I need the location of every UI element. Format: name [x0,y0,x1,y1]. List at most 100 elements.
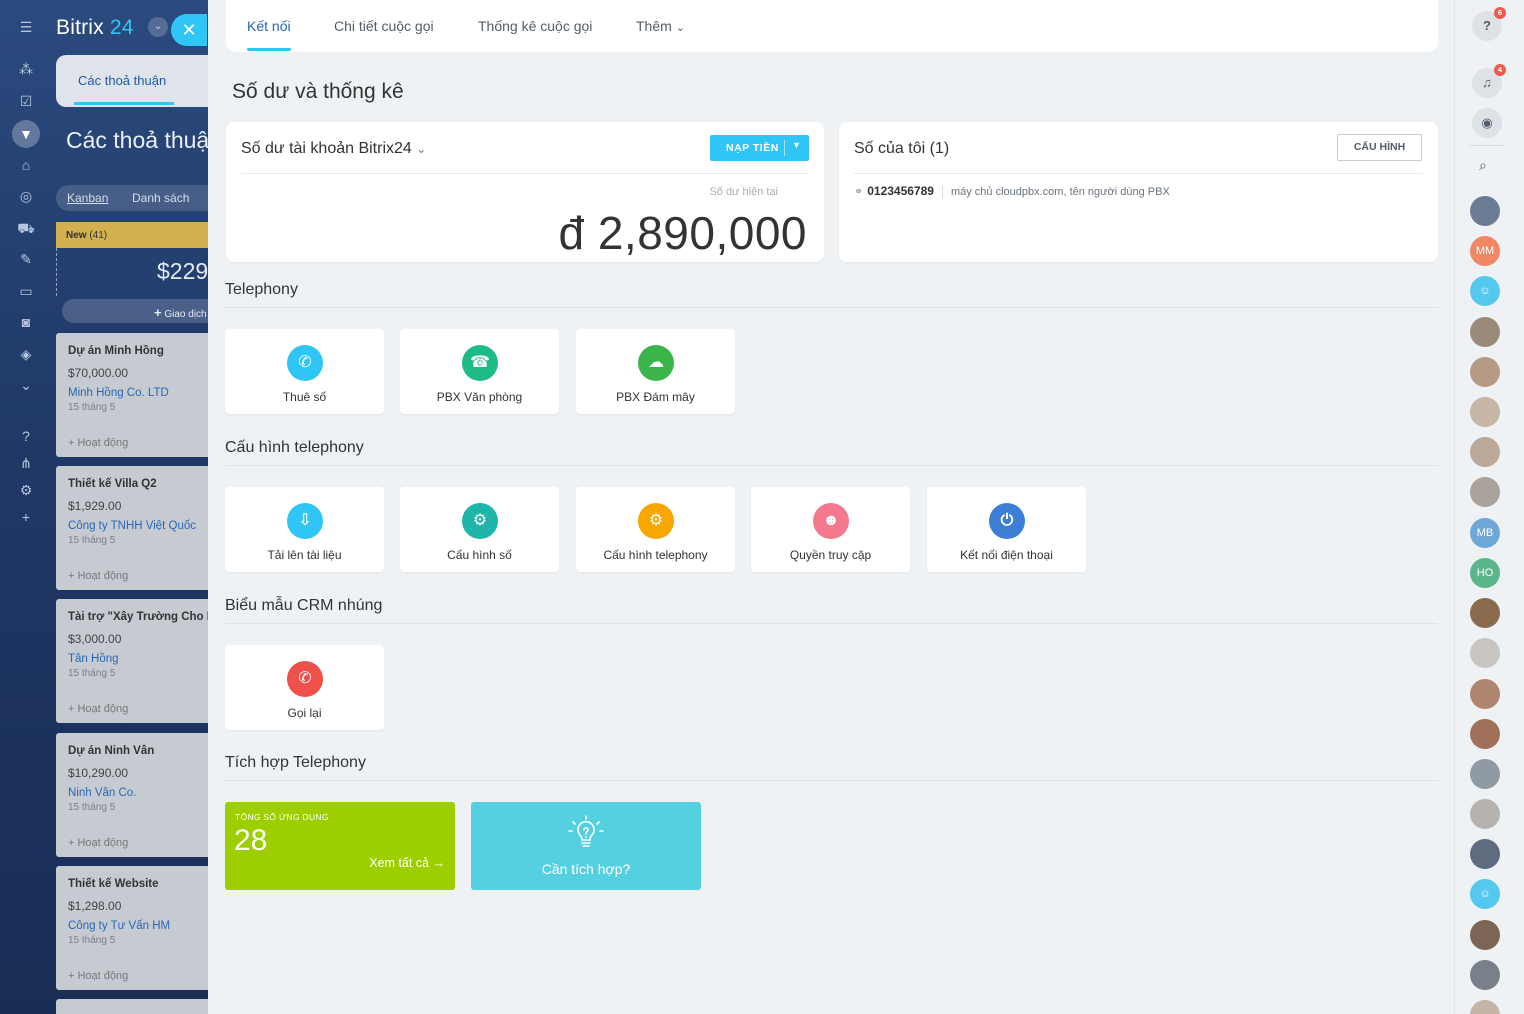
more-icon[interactable]: ⌄ [17,376,35,394]
view-kanban[interactable]: Kanban [67,191,108,205]
add-icon[interactable]: + [17,508,35,526]
section-telephony-title: Telephony [225,281,298,298]
view-switcher: Kanban Danh sách [56,185,208,211]
cart-icon[interactable]: ⛟ [17,219,35,237]
deal-card[interactable]: Dự án Minh Hồng $70,000.00 Minh Hồng Co.… [56,333,208,457]
notifications-button[interactable]: ♫ 4 [1472,64,1506,98]
deal-activity[interactable]: + Hoạt động [68,970,128,982]
avatar[interactable] [1470,799,1500,829]
tab-bar: Kết nối Chi tiết cuộc gọi Thống kê cuộc … [226,0,1438,52]
tab-call-detail[interactable]: Chi tiết cuộc gọi [334,18,434,34]
chevron-down-icon[interactable]: ⌄ [148,17,168,37]
deal-card[interactable]: Thiết kế Villa Q2 $1,929.00 Công ty TNHH… [56,466,208,590]
tile-phone-connect[interactable]: ⏻ Kết nối điện thoại [927,487,1086,572]
need-integration-card[interactable]: Cần tích hợp? [471,802,701,890]
close-slider-button[interactable]: ✕ [171,14,207,46]
avatar[interactable] [1470,719,1500,749]
avatar[interactable] [1470,397,1500,427]
bitrix-logo[interactable]: Bitrix 24 [56,16,134,40]
avatar[interactable] [1470,357,1500,387]
avatar[interactable] [1470,759,1500,789]
avatar[interactable]: HO [1470,558,1500,588]
deal-card[interactable]: Tài trợ "Xây Trường Cho E $3,000.00 Tân … [56,599,208,723]
deal-card[interactable]: Thiết kế Website $1,298.00 Công ty Tư Vấ… [56,866,208,990]
tile-number-config[interactable]: ⚙ Cấu hình số [400,487,559,572]
tile-cloud-pbx[interactable]: ☁ PBX Đám mây [576,329,735,414]
deal-company[interactable]: Công ty Tư Vấn HM [68,920,196,932]
avatar[interactable] [1470,839,1500,869]
notifications-badge: 4 [1494,64,1506,76]
avatar-user-clock-icon[interactable]: ☺ [1470,879,1500,909]
tile-access-permissions[interactable]: ☻ Quyền truy cập [751,487,910,572]
avatar-user-clock-icon[interactable]: ☺ [1470,276,1500,306]
tile-rent-number[interactable]: ✆ Thuê số [225,329,384,414]
tab-connect[interactable]: Kết nối [247,18,291,34]
help-icon[interactable]: ? [17,427,35,445]
avatar[interactable] [1470,960,1500,990]
tile-label: Gọi lại [287,706,322,720]
avatar[interactable] [1470,1000,1500,1014]
avatar[interactable] [1470,638,1500,668]
cloud-pbx-icon: ☁ [638,345,674,381]
view-all-link[interactable]: Xem tất cả → [369,856,445,870]
avatar[interactable] [1470,437,1500,467]
tab-more[interactable]: Thêm ⌄ [636,18,685,34]
avatar[interactable] [1470,679,1500,709]
tile-upload-documents[interactable]: ⇩ Tải lên tài liệu [225,487,384,572]
balance-title[interactable]: Số dư tài khoản Bitrix24 ⌄ [241,140,426,158]
help-button[interactable]: ? 6 [1472,7,1506,41]
deal-price: $1,298.00 [68,899,122,913]
menu-icon[interactable]: ☰ [17,18,35,36]
deal-activity[interactable]: + Hoạt động [68,837,128,849]
deal-card[interactable]: Dự án Ninh Vân $10,290.00 Ninh Vân Co. 1… [56,733,208,857]
tasks-icon[interactable]: ☑ [17,92,35,110]
settings-icon[interactable]: ⚙ [17,481,35,499]
phone-number[interactable]: 0123456789 [867,184,934,198]
topup-label: NẠP TIỀN [726,142,779,154]
avatar[interactable] [1470,477,1500,507]
deal-price: $70,000.00 [68,366,129,380]
add-deal-button[interactable]: + Giao dịch [62,299,208,323]
separator [941,185,943,199]
avatar[interactable]: MB [1470,518,1500,548]
deal-company[interactable]: Ninh Vân Co. [68,787,196,799]
robot-icon[interactable]: ◙ [17,313,35,331]
tab-call-statistics[interactable]: Thống kê cuộc gọi [478,18,592,34]
deal-activity[interactable]: + Hoạt động [68,703,128,715]
chevron-down-icon[interactable]: ▼ [792,140,801,150]
deal-company[interactable]: Công ty TNHH Việt Quốc [68,520,196,532]
groups-icon[interactable]: ⁂ [17,60,35,78]
deal-company[interactable]: Tân Hồng [68,653,196,665]
background-tab[interactable]: Các thoả thuận [78,73,166,88]
company-icon[interactable]: ⌂ [17,156,35,174]
avatar[interactable] [1470,920,1500,950]
avatar[interactable]: MM [1470,236,1500,266]
callback-icon: ✆ [287,661,323,697]
tile-telephony-config[interactable]: ⚙ Cấu hình telephony [576,487,735,572]
avatar[interactable] [1470,598,1500,628]
deal-activity[interactable]: + Hoạt động [68,437,128,449]
help-badge: 6 [1494,7,1506,19]
avatar[interactable] [1470,196,1500,226]
stage-header: New (41) [56,222,208,248]
crm-funnel-icon[interactable]: ▼ [17,125,35,143]
chat-button[interactable]: ◉ [1472,108,1502,138]
sign-icon[interactable]: ✎ [17,250,35,268]
tile-office-pbx[interactable]: ☎ PBX Văn phòng [400,329,559,414]
tile-callback[interactable]: ✆ Gọi lại [225,645,384,730]
deal-title: Dự án Ninh Vân [68,745,155,757]
view-list[interactable]: Danh sách [132,191,189,205]
contact-card-icon[interactable]: ▭ [17,282,35,300]
search-icon[interactable]: ⌕ [1479,157,1495,173]
avatar[interactable] [1470,317,1500,347]
deal-company[interactable]: Minh Hồng Co. LTD [68,387,196,399]
configure-button[interactable]: CẤU HÌNH [1337,134,1422,161]
topup-button[interactable]: NẠP TIỀN ▼ [710,135,809,161]
org-structure-icon[interactable]: ⋔ [17,454,35,472]
target-icon[interactable]: ◎ [17,187,35,205]
apps-total-card[interactable]: TỔNG SỐ ỨNG DỤNG 28 Xem tất cả → [225,802,455,890]
box-icon[interactable]: ◈ [17,345,35,363]
deal-activity[interactable]: + Hoạt động [68,570,128,582]
deal-card-partial[interactable] [56,999,208,1014]
left-app-rail: ☰ ⁂ ☑ ▼ ⌂ ◎ ⛟ ✎ ▭ ◙ ◈ ⌄ ? ⋔ ⚙ + [0,0,52,1014]
